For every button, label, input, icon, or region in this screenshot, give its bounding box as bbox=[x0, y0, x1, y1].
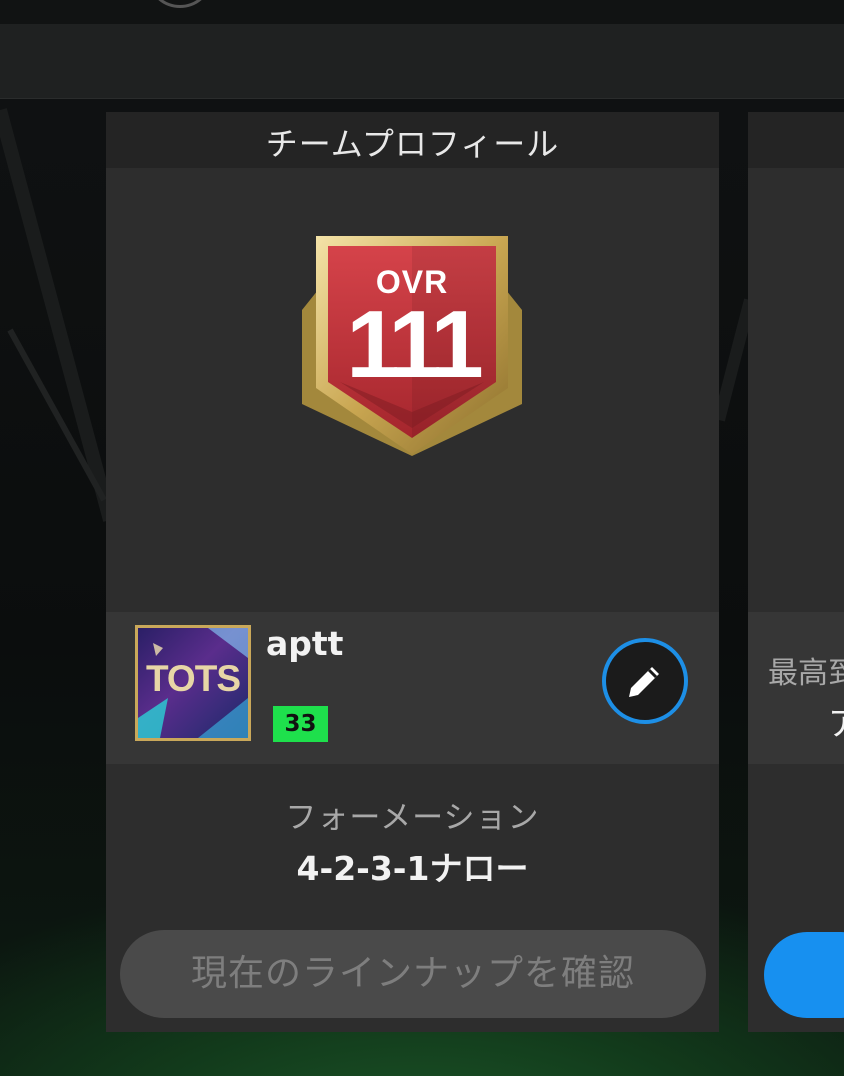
level-badge: 33 bbox=[273, 706, 328, 742]
formation-label: フォーメーション bbox=[285, 800, 540, 836]
side-card-value: ア bbox=[828, 697, 844, 745]
avatar[interactable]: TOTS bbox=[135, 625, 251, 741]
edit-button[interactable] bbox=[602, 638, 688, 724]
avatar-text: TOTS bbox=[146, 658, 241, 699]
side-card-title bbox=[748, 112, 844, 168]
card-title: チームプロフィール bbox=[106, 112, 719, 168]
ovr-value: 111 bbox=[346, 291, 484, 398]
formation-value: 4-2-3-1ナロー bbox=[296, 849, 529, 888]
side-card-button[interactable] bbox=[764, 932, 844, 1018]
ovr-badge: OVR 111 bbox=[296, 232, 528, 456]
view-lineup-button[interactable]: 現在のラインナップを確認 bbox=[120, 930, 706, 1018]
side-card-label: 最高到 bbox=[768, 656, 844, 691]
username: aptt bbox=[266, 624, 344, 663]
header-band bbox=[0, 24, 844, 99]
side-card: 最高到 ア bbox=[748, 112, 844, 1032]
team-profile-card: チームプロフィール OVR 111 TOTS aptt 33 フォーメーション … bbox=[106, 112, 719, 1032]
pencil-icon bbox=[629, 667, 659, 697]
top-bar bbox=[0, 0, 844, 24]
profile-circle-icon[interactable] bbox=[150, 0, 210, 8]
profile-row: TOTS aptt 33 bbox=[106, 612, 719, 764]
